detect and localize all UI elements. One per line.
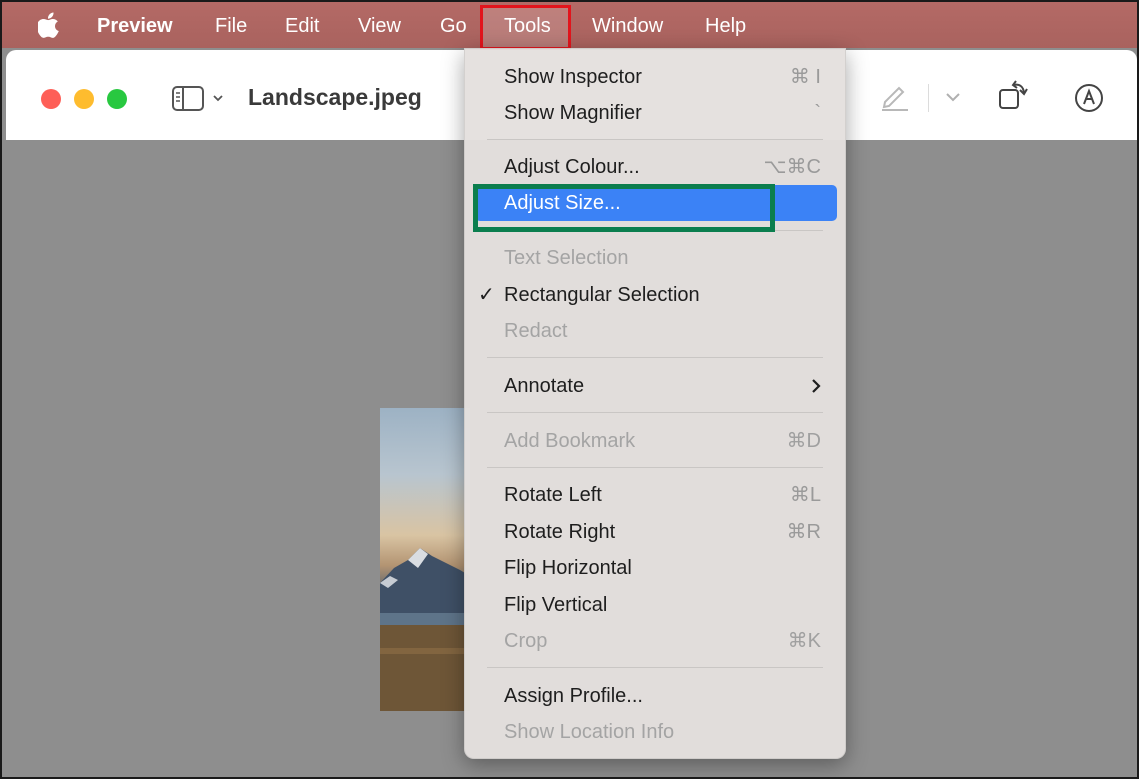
menu-item-label: Show Inspector xyxy=(504,66,642,88)
menu-item-label: Flip Horizontal xyxy=(504,557,632,579)
markup-pen-icon[interactable] xyxy=(879,82,911,112)
document-title: Landscape.jpeg xyxy=(248,84,422,110)
adjust-size-highlight-annotation xyxy=(473,184,775,232)
menu-item-label: Flip Vertical xyxy=(504,594,608,616)
close-window-button[interactable] xyxy=(41,89,61,109)
toolbar-divider xyxy=(928,84,929,112)
landscape-image xyxy=(380,408,470,711)
menu-item-shortcut: ⌘D xyxy=(786,430,821,452)
menu-item-rectangular-selection[interactable]: ✓ Rectangular Selection xyxy=(465,277,845,313)
menu-item-label: Show Location Info xyxy=(504,721,675,743)
menu-item-label: Text Selection xyxy=(504,247,629,269)
sidebar-toggle-icon[interactable] xyxy=(172,86,230,112)
menu-item-crop: Crop ⌘K xyxy=(465,623,845,659)
menu-item-flip-vertical[interactable]: Flip Vertical xyxy=(465,587,845,623)
menu-go[interactable]: Go xyxy=(440,2,467,48)
menu-item-adjust-colour[interactable]: Adjust Colour... ⌥⌘C xyxy=(465,149,845,185)
menu-item-shortcut: ⌘K xyxy=(787,630,821,652)
menu-item-shortcut: ⌘L xyxy=(789,484,821,506)
menu-help[interactable]: Help xyxy=(705,2,746,48)
menu-app-preview[interactable]: Preview xyxy=(97,2,173,48)
menu-item-show-inspector[interactable]: Show Inspector ⌘ I xyxy=(465,59,845,95)
menu-item-show-location-info: Show Location Info xyxy=(465,714,845,750)
menu-item-text-selection: Text Selection xyxy=(465,240,845,276)
tools-dropdown-menu: Show Inspector ⌘ I Show Magnifier ` Adju… xyxy=(464,48,846,759)
menu-separator xyxy=(487,139,823,140)
checkmark-icon: ✓ xyxy=(478,284,495,306)
apple-icon[interactable] xyxy=(38,12,60,38)
menu-separator xyxy=(487,357,823,358)
menu-item-shortcut: ⌘R xyxy=(786,521,821,543)
menu-separator xyxy=(487,467,823,468)
menu-item-shortcut: ` xyxy=(814,102,821,124)
minimize-window-button[interactable] xyxy=(74,89,94,109)
menu-tools[interactable]: Tools xyxy=(504,2,551,48)
menu-file[interactable]: File xyxy=(215,2,247,48)
fullscreen-window-button[interactable] xyxy=(107,89,127,109)
menu-item-flip-horizontal[interactable]: Flip Horizontal xyxy=(465,550,845,586)
menu-bar: Preview File Edit View Go Tools Window H… xyxy=(2,2,1137,50)
menu-separator xyxy=(487,667,823,668)
menu-item-annotate[interactable]: Annotate xyxy=(465,368,845,404)
menu-item-label: Rotate Right xyxy=(504,521,616,543)
menu-item-add-bookmark: Add Bookmark ⌘D xyxy=(465,423,845,459)
screenshot-frame: Preview File Edit View Go Tools Window H… xyxy=(0,0,1139,779)
menu-item-label: Redact xyxy=(504,320,568,342)
menu-item-redact: Redact xyxy=(465,313,845,349)
menu-item-label: Crop xyxy=(504,630,548,652)
menu-item-label: Adjust Colour... xyxy=(504,156,640,178)
menu-item-label: Show Magnifier xyxy=(504,102,642,124)
menu-item-label: Annotate xyxy=(504,375,585,397)
chevron-down-icon[interactable] xyxy=(944,90,962,104)
markup-toolbar-icon[interactable] xyxy=(1073,82,1105,114)
menu-item-shortcut: ⌘ I xyxy=(789,66,821,88)
menu-separator xyxy=(487,412,823,413)
menu-item-show-magnifier[interactable]: Show Magnifier ` xyxy=(465,95,845,131)
menu-edit[interactable]: Edit xyxy=(285,2,319,48)
submenu-arrow-icon xyxy=(812,379,821,393)
rotate-icon[interactable] xyxy=(997,78,1031,112)
menu-item-label: Assign Profile... xyxy=(504,685,643,707)
menu-item-shortcut: ⌥⌘C xyxy=(763,156,822,178)
menu-item-label: Rectangular Selection xyxy=(504,284,700,306)
menu-view[interactable]: View xyxy=(358,2,401,48)
menu-item-assign-profile[interactable]: Assign Profile... xyxy=(465,678,845,714)
menu-item-rotate-right[interactable]: Rotate Right ⌘R xyxy=(465,514,845,550)
menu-item-label: Rotate Left xyxy=(504,484,602,506)
menu-item-label: Add Bookmark xyxy=(504,430,636,452)
menu-item-rotate-left[interactable]: Rotate Left ⌘L xyxy=(465,477,845,513)
menu-window[interactable]: Window xyxy=(592,2,663,48)
